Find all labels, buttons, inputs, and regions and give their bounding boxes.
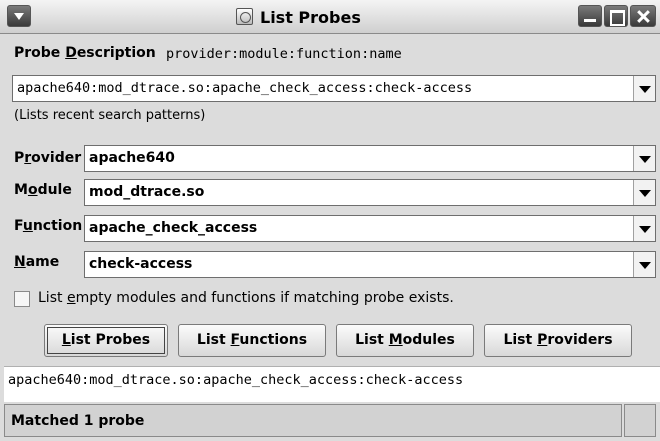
name-value[interactable]: check-access: [89, 256, 192, 272]
status-bar-extra: [624, 404, 656, 437]
status-text: Matched 1 probe: [11, 413, 145, 429]
chevron-down-icon[interactable]: [633, 252, 655, 277]
probe-description-label: Probe Description: [14, 45, 156, 61]
function-label: Function: [14, 218, 83, 234]
provider-combo[interactable]: apache640: [84, 145, 656, 172]
results-list[interactable]: apache640:mod_dtrace.so:apache_check_acc…: [4, 366, 660, 402]
list-probes-button[interactable]: List Probes: [44, 324, 168, 357]
module-label: Module: [14, 182, 72, 198]
status-bar: Matched 1 probe: [4, 404, 622, 437]
probe-description-value[interactable]: apache640:mod_dtrace.so:apache_check_acc…: [17, 80, 472, 96]
probe-description-combo[interactable]: apache640:mod_dtrace.so:apache_check_acc…: [12, 75, 656, 102]
name-label: Name: [14, 254, 60, 270]
function-combo[interactable]: apache_check_access: [84, 215, 656, 242]
close-icon[interactable]: [630, 5, 656, 27]
module-value[interactable]: mod_dtrace.so: [89, 184, 204, 200]
list-empty-checkbox[interactable]: [14, 291, 30, 307]
window-title: List Probes: [260, 8, 361, 27]
list-modules-button[interactable]: List Modules: [336, 324, 474, 357]
chevron-down-icon[interactable]: [633, 216, 655, 241]
maximize-icon[interactable]: [604, 5, 628, 27]
chevron-down-icon[interactable]: [633, 180, 655, 205]
minimize-icon[interactable]: [578, 5, 602, 27]
name-combo[interactable]: check-access: [84, 251, 656, 278]
title-bar: List Probes: [0, 0, 660, 34]
list-probes-window: List Probes Probe Description provider:m…: [0, 0, 660, 441]
chevron-down-icon[interactable]: [633, 76, 655, 101]
list-functions-button[interactable]: List Functions: [178, 324, 326, 357]
list-empty-label[interactable]: List empty modules and functions if matc…: [38, 290, 454, 306]
function-value[interactable]: apache_check_access: [89, 220, 257, 236]
title-area: List Probes: [0, 0, 660, 34]
recent-patterns-hint: (Lists recent search patterns): [14, 108, 206, 123]
module-combo[interactable]: mod_dtrace.so: [84, 179, 656, 206]
list-providers-button[interactable]: List Providers: [484, 324, 632, 357]
app-icon: [236, 8, 253, 25]
result-item[interactable]: apache640:mod_dtrace.so:apache_check_acc…: [8, 372, 463, 388]
provider-label: Provider: [14, 150, 82, 166]
provider-value[interactable]: apache640: [89, 150, 175, 166]
chevron-down-icon[interactable]: [633, 146, 655, 171]
probe-format-label: provider:module:function:name: [166, 46, 402, 62]
